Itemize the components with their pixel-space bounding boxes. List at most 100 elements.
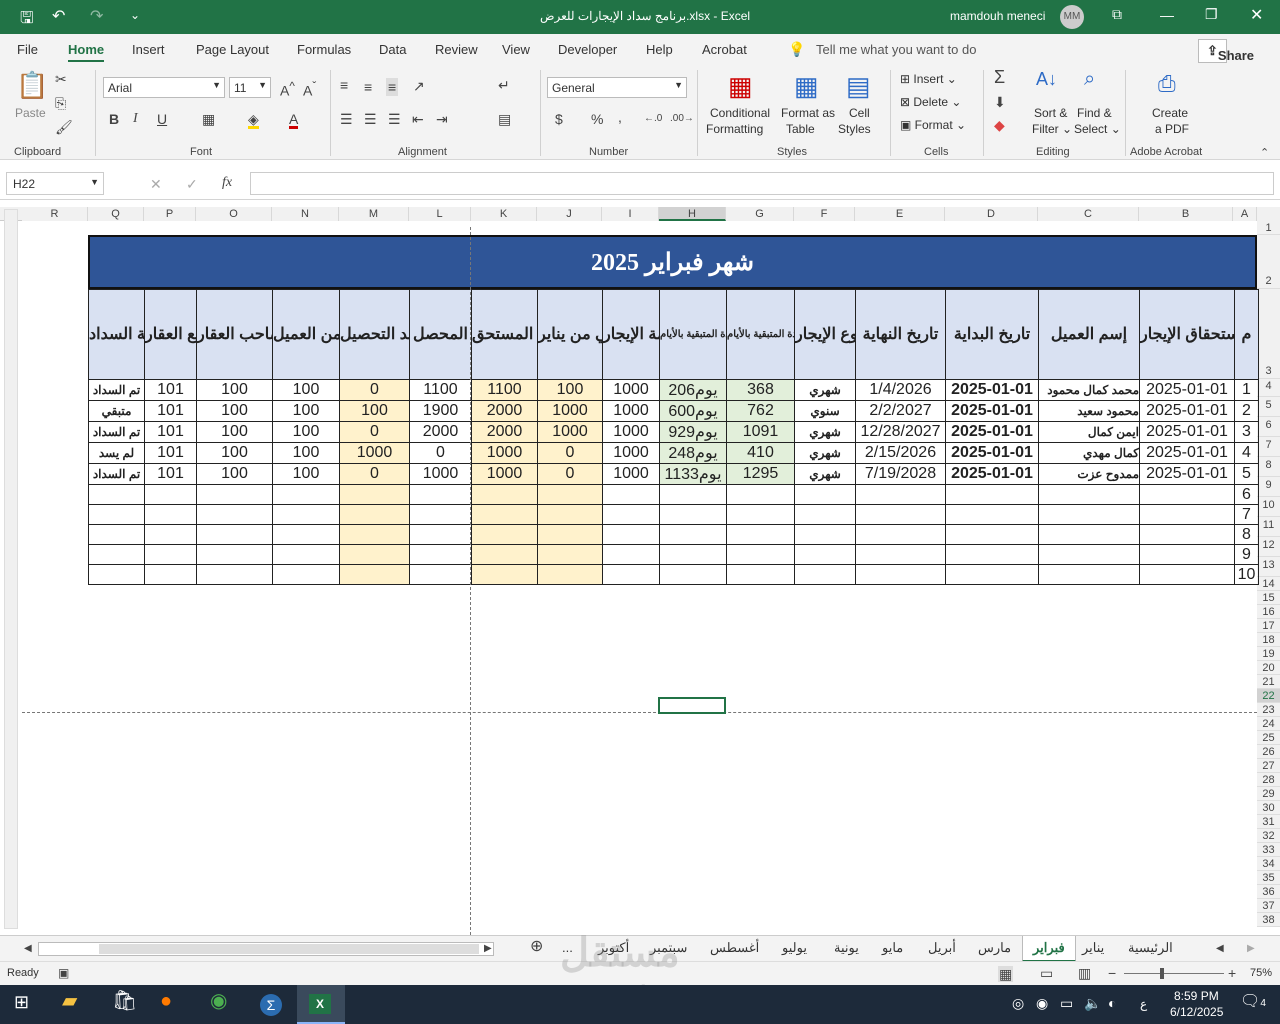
table-cell[interactable]: 1000 xyxy=(409,463,472,485)
sheet-tab[interactable]: الرئيسية xyxy=(1128,940,1173,956)
table-cell[interactable] xyxy=(945,524,1039,545)
row-header[interactable]: 13 xyxy=(1257,557,1280,577)
sheet-title-band[interactable]: شهر فبراير 2025 xyxy=(88,235,1257,289)
table-cell[interactable]: 6 xyxy=(1234,484,1259,505)
row-header[interactable]: 34 xyxy=(1257,857,1280,871)
create-pdf-icon[interactable]: ⎙ xyxy=(1158,72,1176,96)
table-cell[interactable]: شهري xyxy=(794,442,856,464)
table-cell[interactable] xyxy=(471,544,538,565)
store-icon[interactable]: 🛍 xyxy=(112,991,137,1011)
table-cell[interactable]: 1000 xyxy=(471,463,538,485)
cell-styles-label-2[interactable]: Styles xyxy=(838,122,871,136)
table-cell[interactable]: تم السداد xyxy=(88,463,145,485)
row-header[interactable]: 22 xyxy=(1257,689,1280,703)
network-icon[interactable]: ▭ xyxy=(1060,996,1073,1010)
sheet-tab[interactable]: يناير xyxy=(1082,940,1104,956)
table-cell[interactable] xyxy=(409,564,472,585)
save-icon[interactable]: 🖫 xyxy=(20,7,34,34)
merge-center-icon[interactable]: ▤ xyxy=(498,112,511,126)
table-cell[interactable]: 2025-01-01 xyxy=(945,463,1039,485)
find-select-icon[interactable]: ⌕ xyxy=(1084,69,1095,89)
firefox-icon[interactable]: ● xyxy=(160,991,172,1011)
table-cell[interactable]: كمال مهدي xyxy=(1038,442,1140,464)
table-cell[interactable]: 100 xyxy=(272,463,340,485)
sort-filter-label-2[interactable]: Filter ⌄ xyxy=(1032,122,1072,136)
sheet-tab[interactable]: مايو xyxy=(882,940,903,956)
table-cell[interactable] xyxy=(196,544,273,565)
enter-icon[interactable]: ✓ xyxy=(186,177,198,191)
macro-record-icon[interactable]: ▣ xyxy=(58,966,69,980)
column-heading[interactable]: المدة المتبقية بالأيام xyxy=(726,289,795,380)
table-cell[interactable] xyxy=(726,484,795,505)
table-cell[interactable] xyxy=(144,484,197,505)
zoom-slider[interactable] xyxy=(1124,968,1224,979)
table-cell[interactable] xyxy=(272,504,340,525)
row-header[interactable]: 20 xyxy=(1257,661,1280,675)
row-header[interactable]: 15 xyxy=(1257,591,1280,605)
menu-help[interactable]: Help xyxy=(646,42,673,57)
row-header[interactable]: 5 xyxy=(1257,397,1280,417)
row-header[interactable]: 21 xyxy=(1257,675,1280,689)
table-cell[interactable]: 100 xyxy=(196,400,273,422)
table-cell[interactable]: 2/2/2027 xyxy=(855,400,946,422)
table-cell[interactable] xyxy=(88,544,145,565)
table-cell[interactable] xyxy=(272,544,340,565)
close-icon[interactable]: ✕ xyxy=(1250,5,1263,25)
column-header[interactable]: A xyxy=(1233,207,1257,221)
windows-start-icon[interactable]: ⊞ xyxy=(14,993,29,1011)
table-cell[interactable] xyxy=(196,504,273,525)
paste-button[interactable]: Paste xyxy=(15,106,46,120)
currency-icon[interactable]: $ xyxy=(555,112,563,126)
fill-color-icon[interactable]: ◈ xyxy=(248,112,259,129)
table-cell[interactable] xyxy=(196,564,273,585)
underline-icon[interactable]: U xyxy=(157,112,167,126)
table-cell[interactable]: 101 xyxy=(144,379,197,401)
row-header[interactable]: 30 xyxy=(1257,801,1280,815)
table-cell[interactable]: محمد كمال محمود xyxy=(1038,379,1140,401)
row-header[interactable]: 31 xyxy=(1257,815,1280,829)
format-as-table-label-1[interactable]: Format as xyxy=(781,106,835,120)
table-cell[interactable]: 3 xyxy=(1234,421,1259,443)
worksheet-grid[interactable]: RQPONMLKJIHGFEDCBA 1 2 3 4 5 6 7 8 9 10 11 12 13 14 15… xyxy=(0,207,1280,935)
table-cell[interactable]: شهري xyxy=(794,421,856,443)
table-cell[interactable]: تم السداد xyxy=(88,421,145,443)
decrease-font-icon[interactable]: Aˇ xyxy=(303,80,316,98)
table-cell[interactable] xyxy=(1139,524,1235,545)
column-heading[interactable]: الإجمالي المستحق xyxy=(471,289,538,380)
table-cell[interactable] xyxy=(794,564,856,585)
row-header[interactable]: 19 xyxy=(1257,647,1280,661)
menu-review[interactable]: Review xyxy=(435,42,478,57)
table-cell[interactable]: 2000 xyxy=(471,421,538,443)
redo-icon[interactable]: ↷ xyxy=(90,6,103,26)
column-heading[interactable]: عمولة المكتب من العميل xyxy=(272,289,340,380)
table-cell[interactable]: 100 xyxy=(272,400,340,422)
name-box[interactable]: H22 ▼ xyxy=(6,172,104,195)
table-cell[interactable] xyxy=(1038,564,1140,585)
table-cell[interactable] xyxy=(471,564,538,585)
share-button[interactable]: ⇪ Share xyxy=(1198,39,1254,63)
input-language[interactable]: ع xyxy=(1140,997,1147,1011)
zoom-out-icon[interactable]: − xyxy=(1108,966,1116,980)
table-cell[interactable] xyxy=(272,564,340,585)
table-cell[interactable] xyxy=(88,524,145,545)
add-sheet-icon[interactable]: ⊕ xyxy=(530,939,543,955)
table-cell[interactable] xyxy=(196,484,273,505)
wrap-text-icon[interactable]: ↵ xyxy=(498,78,510,92)
table-cell[interactable] xyxy=(794,524,856,545)
row-header[interactable]: 3 xyxy=(1257,289,1280,379)
table-cell[interactable]: 1 xyxy=(1234,379,1259,401)
zoom-in-icon[interactable]: + xyxy=(1228,966,1236,980)
table-cell[interactable] xyxy=(272,484,340,505)
horizontal-scrollbar[interactable] xyxy=(38,942,494,956)
scroll-right-icon[interactable]: ▶ xyxy=(484,942,492,956)
table-cell[interactable]: 2025-01-01 xyxy=(1139,421,1235,443)
bold-icon[interactable]: B xyxy=(109,112,119,126)
table-cell[interactable]: 101 xyxy=(144,400,197,422)
increase-indent-icon[interactable]: ⇥ xyxy=(436,112,448,126)
autosum-icon[interactable]: Σ xyxy=(994,68,1005,86)
table-cell[interactable] xyxy=(1038,544,1140,565)
table-cell[interactable] xyxy=(726,544,795,565)
format-cells-button[interactable]: ▣ Format ⌄ xyxy=(900,118,966,132)
format-painter-icon[interactable]: 🖌 xyxy=(55,120,73,134)
row-header[interactable]: 16 xyxy=(1257,605,1280,619)
